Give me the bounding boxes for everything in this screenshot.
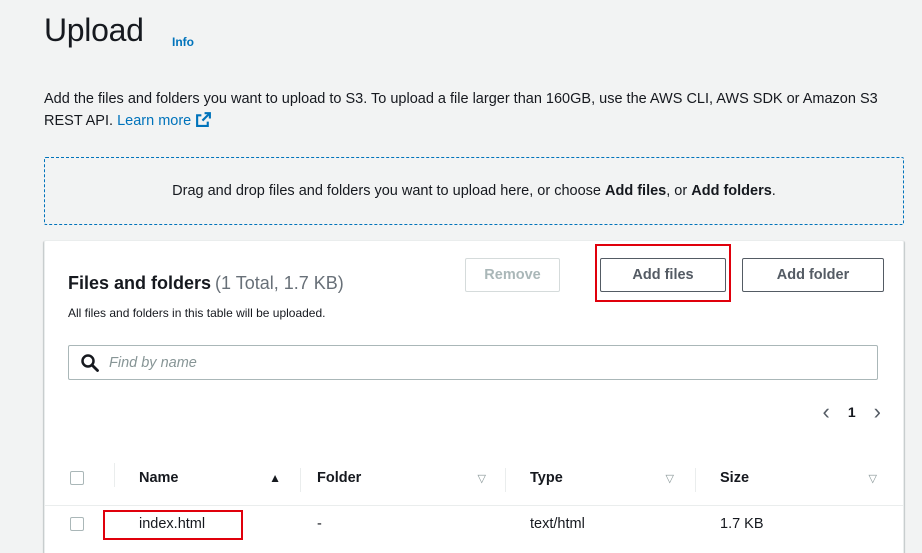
learn-more-link[interactable]: Learn more: [117, 112, 212, 129]
table-row[interactable]: index.html - text/html 1.7 KB: [45, 506, 903, 542]
drop-zone[interactable]: Drag and drop files and folders you want…: [44, 157, 904, 225]
sort-neutral-icon[interactable]: ▽: [478, 472, 486, 485]
column-size-label: Size: [720, 470, 750, 486]
cell-type: text/html: [530, 516, 585, 532]
panel-title: Files and folders (1 Total, 1.7 KB): [68, 273, 344, 294]
current-page-number[interactable]: 1: [848, 404, 856, 420]
info-link[interactable]: Info: [172, 35, 194, 49]
search-input[interactable]: [109, 354, 877, 371]
column-folder-label: Folder: [317, 470, 362, 486]
column-name-label: Name: [139, 470, 179, 486]
next-page-button[interactable]: ›: [874, 401, 881, 423]
sort-ascending-icon[interactable]: ▲: [269, 471, 281, 485]
files-table: Name ▲ Folder ▽ Type ▽ Size ▽ index.html - t…: [45, 451, 903, 542]
panel-subtitle: All files and folders in this table will…: [68, 306, 326, 320]
sort-neutral-icon[interactable]: ▽: [666, 472, 674, 485]
column-header-size[interactable]: Size ▽: [696, 470, 903, 486]
dropzone-text: Drag and drop files and folders you want…: [172, 183, 776, 199]
table-header: Name ▲ Folder ▽ Type ▽ Size ▽: [45, 451, 903, 506]
column-header-name[interactable]: Name ▲: [115, 468, 301, 492]
search-box[interactable]: [68, 345, 878, 380]
pagination: ‹ 1 ›: [823, 401, 881, 423]
column-header-type[interactable]: Type ▽: [506, 468, 696, 492]
dropzone-add-files-text: Add files: [605, 183, 667, 199]
dropzone-text-end: .: [771, 183, 776, 199]
files-and-folders-panel: Files and folders (1 Total, 1.7 KB) All f…: [44, 240, 904, 553]
add-files-button[interactable]: Add files: [600, 258, 726, 292]
column-type-label: Type: [530, 470, 563, 486]
previous-page-button[interactable]: ‹: [823, 401, 830, 423]
panel-count: (1 Total, 1.7 KB): [215, 273, 344, 293]
add-folder-button[interactable]: Add folder: [742, 258, 884, 292]
column-header-folder[interactable]: Folder ▽: [301, 468, 506, 492]
row-checkbox[interactable]: [70, 517, 84, 531]
cell-size: 1.7 KB: [720, 516, 764, 532]
external-link-icon: [195, 111, 212, 135]
sort-neutral-icon[interactable]: ▽: [869, 472, 877, 485]
select-all-cell: [45, 463, 115, 487]
cell-name: index.html: [139, 516, 206, 532]
search-icon: [81, 353, 99, 372]
select-all-checkbox[interactable]: [70, 471, 84, 485]
page-title: Upload: [44, 12, 144, 48]
cell-folder: -: [317, 516, 322, 532]
row-select-cell: [45, 517, 115, 531]
dropzone-add-folders-text: Add folders: [691, 183, 772, 199]
remove-button[interactable]: Remove: [465, 258, 560, 292]
upload-description: Add the files and folders you want to up…: [44, 88, 904, 135]
dropzone-text-before: Drag and drop files and folders you want…: [172, 183, 606, 199]
panel-title-text: Files and folders: [68, 273, 212, 293]
learn-more-label: Learn more: [117, 113, 192, 129]
dropzone-text-mid: , or: [666, 183, 692, 199]
